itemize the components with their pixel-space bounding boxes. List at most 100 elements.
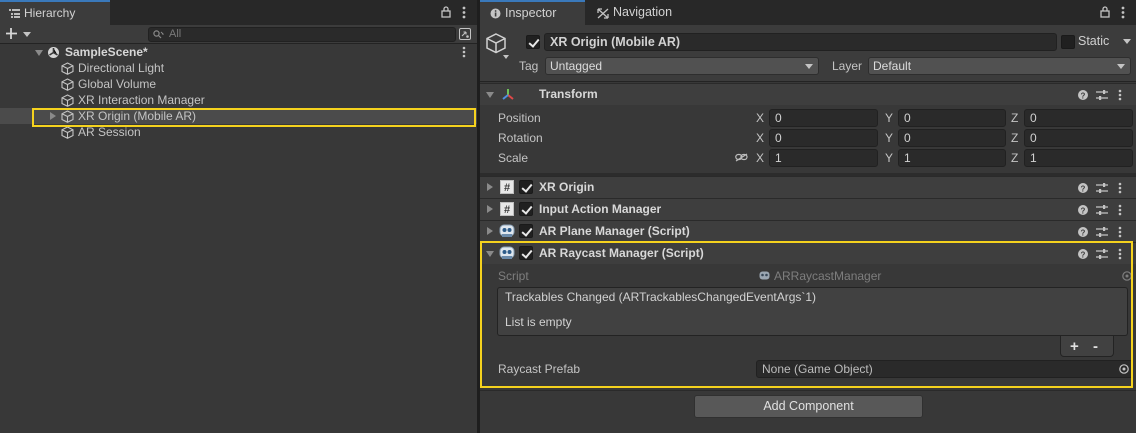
component-enabled-checkbox[interactable] [519, 246, 533, 260]
gameobject-large-icon[interactable] [486, 33, 510, 61]
tab-navigation[interactable]: Navigation [594, 0, 684, 25]
tag-dropdown[interactable]: Untagged [545, 57, 819, 75]
axis-y-label[interactable]: Y [885, 129, 893, 147]
event-list-body: List is empty [497, 308, 1128, 336]
help-icon[interactable]: ? [1078, 90, 1088, 100]
scale-label: Scale [498, 151, 529, 165]
component-enabled-checkbox[interactable] [519, 202, 533, 216]
position-z-field[interactable]: 0 [1024, 109, 1133, 127]
link-icon[interactable] [735, 153, 748, 162]
component-kebab-icon[interactable] [1118, 89, 1122, 101]
list-item-label: XR Origin (Mobile AR) [78, 109, 197, 123]
list-item-label: XR Interaction Manager [78, 93, 205, 107]
rotation-z-field[interactable]: 0 [1024, 129, 1133, 147]
list-item[interactable]: AR Session [0, 124, 477, 140]
axis-y-label[interactable]: Y [885, 149, 893, 167]
foldout-collapsed-icon[interactable] [487, 227, 493, 235]
tab-inspector-label: Inspector [505, 6, 557, 20]
component-enabled-checkbox[interactable] [519, 180, 533, 194]
add-dropdown-icon[interactable] [6, 28, 32, 40]
lock-icon[interactable] [441, 6, 451, 18]
preset-icon[interactable] [1096, 204, 1108, 216]
list-item[interactable]: Global Volume [0, 76, 477, 92]
foldout-expanded-icon[interactable] [486, 92, 494, 98]
scale-z-field[interactable]: 1 [1024, 149, 1133, 167]
axis-x-label[interactable]: X [756, 149, 764, 167]
preset-icon[interactable] [1096, 182, 1108, 194]
lock-icon[interactable] [1100, 6, 1110, 18]
scale-x-field[interactable]: 1 [769, 149, 878, 167]
position-y-field[interactable]: 0 [898, 109, 1006, 127]
help-icon[interactable]: ? [1078, 227, 1088, 237]
object-name-input[interactable]: XR Origin (Mobile AR) [544, 33, 1057, 51]
list-item[interactable]: Directional Light [0, 60, 477, 76]
chevron-down-icon [805, 64, 813, 69]
component-kebab-icon[interactable] [1118, 204, 1122, 216]
component-header-ar-plane-manager[interactable]: AR Plane Manager (Script) ? [480, 220, 1136, 242]
help-icon[interactable]: ? [1078, 249, 1088, 259]
foldout-expanded-icon[interactable] [35, 50, 43, 56]
help-icon[interactable]: ? [1078, 205, 1088, 215]
active-checkbox[interactable] [526, 35, 540, 49]
axis-y-label[interactable]: Y [885, 109, 893, 127]
component-header-icons: ? [1078, 84, 1130, 106]
event-list-footer [1060, 336, 1114, 357]
object-name-value: XR Origin (Mobile AR) [550, 35, 681, 49]
raycast-prefab-field[interactable]: None (Game Object) [756, 360, 1133, 378]
component-header-icons: ? [1078, 221, 1130, 243]
layer-dropdown[interactable]: Default [868, 57, 1131, 75]
position-x-field[interactable]: 0 [769, 109, 878, 127]
search-placeholder: All [169, 28, 182, 40]
hierarchy-panel: Hierarchy All SampleScene* Directional L… [0, 0, 477, 433]
preset-icon[interactable] [1096, 248, 1108, 260]
transform-header[interactable]: Transform ? [480, 83, 1136, 105]
static-dropdown-icon[interactable] [1123, 39, 1131, 44]
foldout-collapsed-icon[interactable] [50, 112, 56, 120]
axis-x-label[interactable]: X [756, 109, 764, 127]
help-icon[interactable]: ? [1078, 183, 1088, 193]
tag-label: Tag [519, 59, 539, 73]
scale-y-field[interactable]: 1 [898, 149, 1006, 167]
foldout-collapsed-icon[interactable] [487, 183, 493, 191]
svg-text:?: ? [1081, 229, 1086, 238]
preset-icon[interactable] [1096, 89, 1108, 101]
component-kebab-icon[interactable] [1118, 226, 1122, 238]
component-header-icons: ? [1078, 243, 1130, 265]
divider [480, 390, 1136, 391]
add-event-button[interactable]: + [1070, 339, 1079, 355]
list-item-label: AR Session [78, 125, 141, 139]
ar-script-icon [499, 246, 515, 260]
axis-x-label[interactable]: X [756, 129, 764, 147]
kebab-menu-icon[interactable] [462, 6, 466, 19]
component-header-ar-raycast-manager[interactable]: AR Raycast Manager (Script) ? [480, 242, 1136, 264]
static-checkbox[interactable] [1061, 35, 1075, 49]
foldout-expanded-icon[interactable] [486, 251, 494, 257]
object-picker-icon[interactable] [1119, 364, 1129, 374]
scene-kebab-icon[interactable] [462, 46, 466, 58]
component-kebab-icon[interactable] [1118, 182, 1122, 194]
scene-visibility-icon[interactable] [459, 28, 471, 40]
remove-event-button[interactable]: - [1093, 339, 1098, 355]
preset-icon[interactable] [1096, 226, 1108, 238]
raycast-prefab-label: Raycast Prefab [498, 362, 581, 376]
list-item[interactable]: XR Interaction Manager [0, 92, 477, 108]
component-header-input-action-manager[interactable]: # Input Action Manager ? [480, 198, 1136, 220]
scene-row[interactable]: SampleScene* [0, 44, 477, 60]
rotation-x-field[interactable]: 0 [769, 129, 878, 147]
axis-z-label[interactable]: Z [1011, 129, 1018, 147]
component-header-xr-origin[interactable]: # XR Origin ? [480, 176, 1136, 198]
axis-z-label[interactable]: Z [1011, 149, 1018, 167]
transform-title: Transform [539, 87, 598, 101]
list-item-selected[interactable]: XR Origin (Mobile AR) [0, 108, 477, 124]
add-component-button[interactable]: Add Component [694, 395, 923, 418]
tab-hierarchy[interactable]: Hierarchy [0, 0, 110, 25]
component-enabled-checkbox[interactable] [519, 224, 533, 238]
search-input[interactable]: All [148, 27, 456, 42]
kebab-menu-icon[interactable] [1121, 6, 1125, 19]
component-kebab-icon[interactable] [1118, 248, 1122, 260]
axis-z-label[interactable]: Z [1011, 109, 1018, 127]
rotation-y-field[interactable]: 0 [898, 129, 1006, 147]
foldout-collapsed-icon[interactable] [487, 205, 493, 213]
tab-inspector[interactable]: Inspector [480, 0, 585, 25]
component-title: XR Origin [539, 180, 595, 194]
